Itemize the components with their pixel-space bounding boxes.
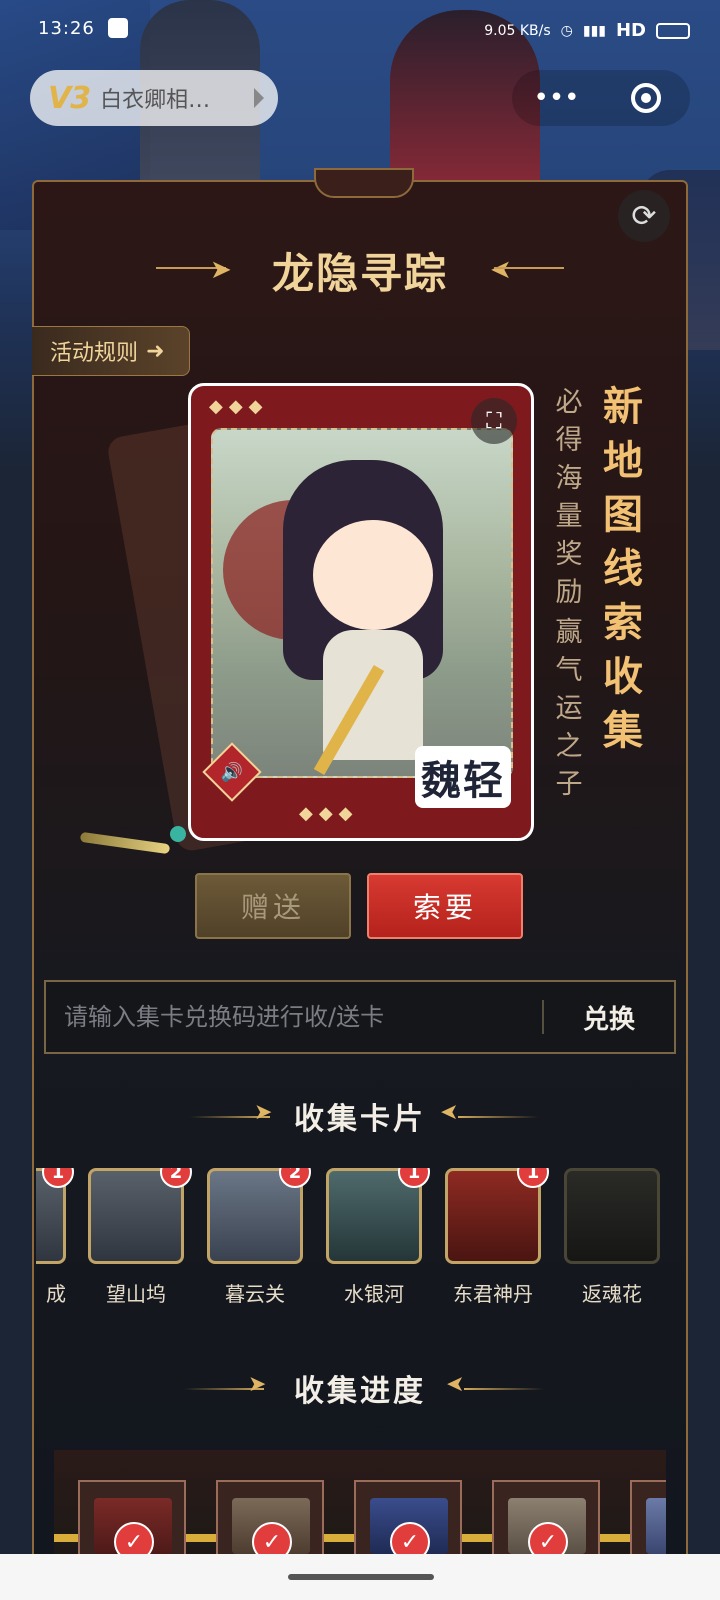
reward-chest[interactable]: ✓: [216, 1480, 324, 1560]
card-item-locked[interactable]: 返魂花: [564, 1168, 660, 1307]
redeem-button[interactable]: 兑换: [544, 982, 674, 1052]
card-item[interactable]: 1 成: [36, 1168, 74, 1307]
close-icon: [630, 83, 661, 113]
hd-indicator: HD: [615, 20, 646, 41]
page-title: 龙隐寻踪: [271, 249, 448, 298]
progress-panel: ✓ ✓ ✓ ✓: [54, 1450, 666, 1560]
card-item[interactable]: 2 望山坞: [88, 1168, 192, 1307]
system-navigation-bar: [0, 1554, 720, 1600]
rules-button[interactable]: 活动规则 ➜: [32, 326, 190, 376]
more-button[interactable]: •••: [512, 70, 601, 126]
give-button[interactable]: 赠送: [195, 873, 351, 939]
refresh-icon: ⟳: [631, 198, 657, 234]
arrow-left-icon: ➤: [446, 1372, 465, 1397]
arrow-right-icon: ➜: [146, 338, 165, 364]
reward-chest[interactable]: ✓: [78, 1480, 186, 1560]
progress-section-title: 收集进度: [294, 1374, 426, 1409]
alarm-icon: ◷: [560, 22, 573, 39]
status-time: 13:26: [38, 18, 95, 39]
card-portrait: [211, 428, 513, 778]
collect-section-title: 收集卡片: [294, 1102, 426, 1137]
home-indicator[interactable]: [288, 1574, 434, 1580]
card-item[interactable]: 1 东君神丹: [445, 1168, 549, 1307]
expand-icon: ⛶: [486, 408, 502, 434]
reward-chest[interactable]: [630, 1480, 666, 1560]
card-name: 魏轻: [415, 746, 511, 808]
mini-program-name: 白衣卿相…: [100, 88, 211, 113]
card-label: 返魂花: [582, 1282, 642, 1306]
card-label: 望山坞: [106, 1282, 166, 1306]
arrow-left-icon: ➤: [490, 255, 512, 285]
vip-badge: V3: [48, 80, 91, 116]
slogan-main: 新地图线索收集: [603, 383, 643, 754]
diamond-ornament: ◆◆◆: [209, 396, 269, 417]
refresh-button[interactable]: ⟳: [618, 190, 670, 242]
notification-icon: [108, 18, 128, 38]
capsule-actions: •••: [512, 70, 690, 126]
collected-cards-list: 1 成 2 望山坞 2 暮云关 1 水银河 1 东君神丹 返魂花: [36, 1168, 686, 1328]
battery-icon: [656, 22, 690, 39]
character-card[interactable]: ◆◆◆ ⛶ 🔊 魏轻 ◆◆◆: [188, 383, 534, 841]
slogan-side-2: 赢气运之子: [555, 617, 583, 800]
slogan-side-1: 必得海量奖励: [555, 387, 583, 608]
ask-button[interactable]: 索要: [367, 873, 523, 939]
network-speed: 9.05 KB/s: [484, 22, 551, 39]
card-thumbnail: [564, 1168, 660, 1264]
more-icon: •••: [533, 83, 580, 113]
status-bar: 13:26 9.05 KB/s ◷ ▮▮▮ HD: [0, 0, 720, 60]
arrow-left-icon: ➤: [440, 1100, 459, 1125]
character-face: [313, 520, 433, 630]
card-label: 暮云关: [225, 1282, 285, 1306]
tassel-decoration: [79, 820, 190, 860]
card-label: 成: [46, 1282, 66, 1306]
sound-icon: 🔊: [220, 761, 244, 783]
card-item[interactable]: 1 水银河: [326, 1168, 430, 1307]
section-ornament-right: [458, 1116, 538, 1118]
reward-chest[interactable]: ✓: [492, 1480, 600, 1560]
signal-icon: ▮▮▮: [582, 22, 606, 39]
card-label: 水银河: [344, 1282, 404, 1306]
redeem-bar: 兑换: [44, 980, 676, 1054]
reward-chest[interactable]: ✓: [354, 1480, 462, 1560]
expand-button[interactable]: ⛶: [471, 398, 517, 444]
card-item[interactable]: 2 暮云关: [207, 1168, 311, 1307]
redeem-code-input[interactable]: [46, 982, 542, 1052]
close-button[interactable]: [601, 70, 690, 126]
chevron-right-icon: [254, 88, 264, 108]
section-ornament-right: [464, 1388, 544, 1390]
diamond-ornament: ◆◆◆: [299, 803, 359, 824]
title-ornament-right: [494, 267, 564, 269]
rules-label: 活动规则: [50, 341, 139, 366]
mini-program-title-pill[interactable]: V3 白衣卿相…: [30, 70, 278, 126]
card-label: 东君神丹: [453, 1282, 533, 1306]
